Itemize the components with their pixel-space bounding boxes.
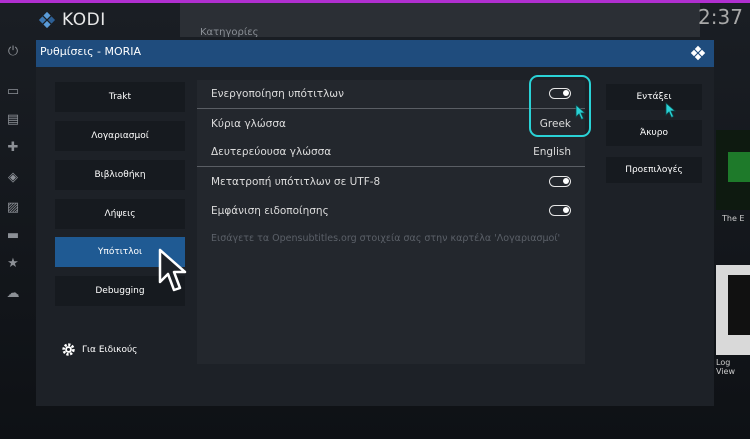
power-icon[interactable]: ⏻ — [4, 44, 22, 59]
divider — [197, 166, 585, 167]
setting-convert-utf8[interactable]: Μετατροπή υπότιτλων σε UTF-8 — [211, 176, 581, 188]
pictures-icon[interactable]: ▨ — [4, 200, 22, 215]
setting-label: Κύρια γλώσσα — [211, 118, 286, 130]
cancel-button[interactable]: Άκυρο — [606, 120, 702, 146]
expert-level-button[interactable]: Για Ειδικούς — [61, 342, 137, 357]
cursor-small-icon — [575, 104, 587, 121]
clock: 2:37 — [698, 5, 743, 29]
defaults-button[interactable]: Προεπιλογές — [606, 157, 702, 183]
setting-value: English — [533, 146, 571, 158]
background-category-label: Κατηγορίες — [200, 27, 259, 38]
videos-icon[interactable]: ▬ — [4, 228, 22, 243]
category-accounts[interactable]: Λογαριασμοί — [55, 121, 185, 151]
category-trakt[interactable]: Trakt — [55, 82, 185, 112]
settings-dialog: Ρυθμίσεις - MORIA Trakt Λογαριασμοί Βιβλ… — [36, 40, 714, 406]
ok-button[interactable]: Εντάξει — [606, 84, 702, 110]
mouse-pointer-icon — [158, 248, 187, 292]
kodi-wordmark: KODI — [62, 10, 106, 30]
favourites-icon[interactable]: ★ — [4, 256, 22, 271]
setting-label: Εμφάνιση ειδοποίησης — [211, 205, 329, 217]
background-caption-2: Log View — [716, 358, 735, 376]
background-poster-right-1 — [716, 130, 750, 210]
tv-icon[interactable]: ▭ — [4, 84, 22, 99]
radio-icon[interactable]: ▤ — [4, 112, 22, 127]
addons-icon[interactable]: ◈ — [4, 170, 22, 185]
setting-primary-language[interactable]: Κύρια γλώσσα Greek — [211, 118, 581, 130]
setting-label: Ενεργοποίηση υπότιτλων — [211, 88, 344, 100]
gear-icon — [62, 343, 75, 356]
category-library[interactable]: Βιβλιοθήκη — [55, 160, 185, 190]
settings-list: Ενεργοποίηση υπότιτλων Κύρια γλώσσα Gree… — [197, 80, 585, 364]
dialog-titlebar: Ρυθμίσεις - MORIA — [36, 40, 714, 67]
toggle-switch[interactable] — [549, 176, 571, 187]
setting-label: Δευτερεύουσα γλώσσα — [211, 146, 332, 158]
background-poster-right-2 — [716, 265, 750, 355]
divider — [197, 108, 585, 109]
setting-enable-subtitles[interactable]: Ενεργοποίηση υπότιτλων — [211, 88, 581, 100]
weather-icon[interactable]: ☁ — [4, 286, 22, 301]
setting-label: Μετατροπή υπότιτλων σε UTF-8 — [211, 176, 381, 188]
background-caption-1: The E — [722, 214, 745, 223]
toggle-switch[interactable] — [549, 205, 571, 216]
kodi-close-icon[interactable] — [690, 45, 706, 61]
expert-level-label: Για Ειδικούς — [82, 344, 138, 355]
kodi-logo-icon — [38, 11, 56, 29]
setting-show-notification[interactable]: Εμφάνιση ειδοποίησης — [211, 205, 581, 217]
setting-hint: Εισάγετε τα Opensubtitles.org στοιχεία σ… — [211, 233, 561, 244]
setting-secondary-language[interactable]: Δευτερεύουσα γλώσσα English — [211, 146, 581, 158]
cursor-small-icon — [665, 102, 677, 119]
gamepad-icon[interactable]: ✚ — [4, 140, 22, 155]
kodi-logo: KODI — [38, 10, 106, 30]
dialog-title: Ρυθμίσεις - MORIA — [40, 45, 142, 58]
category-downloads[interactable]: Λήψεις — [55, 199, 185, 229]
